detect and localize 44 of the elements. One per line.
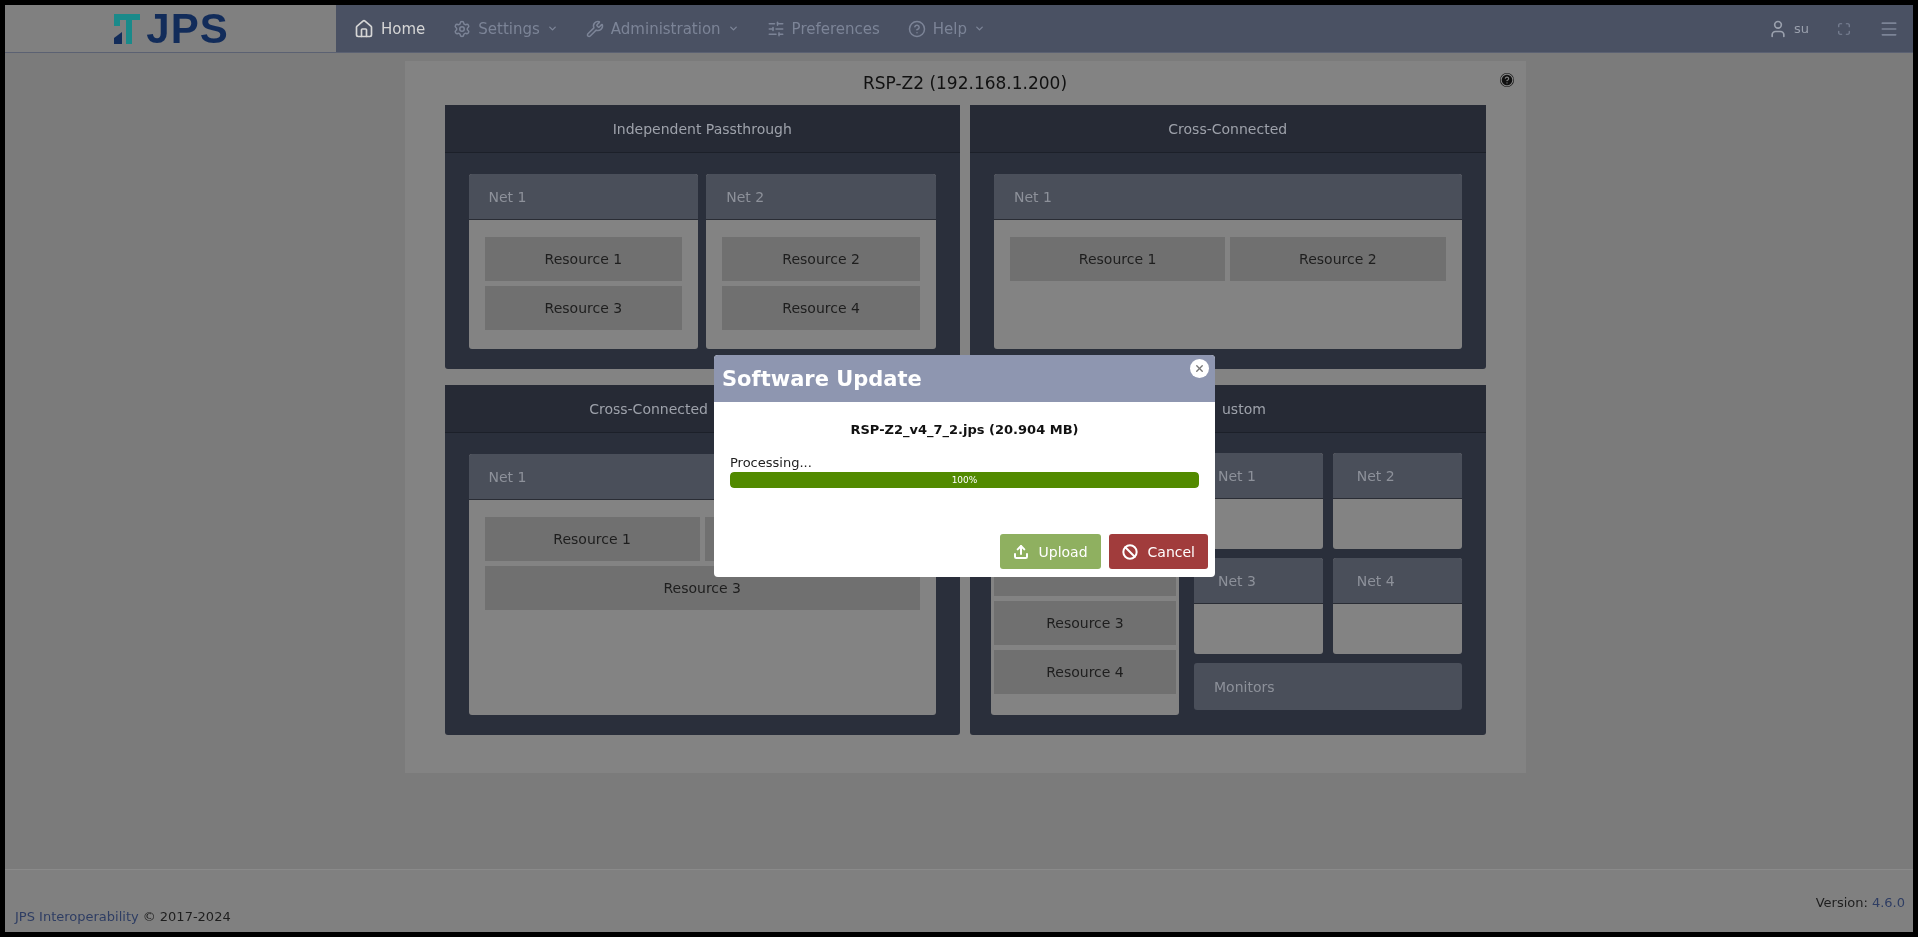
logo: JPS (5, 5, 336, 52)
home-icon (354, 18, 374, 39)
resource-tile[interactable]: Resource 1 (484, 237, 683, 281)
cancel-button[interactable]: Cancel (1108, 534, 1208, 569)
logo-mark-icon (112, 11, 143, 46)
net-header: Net 2 (706, 174, 936, 220)
upload-button[interactable]: Upload (999, 534, 1101, 569)
help-icon (907, 19, 926, 38)
panel-header: Independent Passthrough (444, 105, 960, 153)
resource-tile[interactable]: Resource 4 (722, 286, 920, 330)
monitors-header: Monitors (1194, 663, 1462, 710)
resource-tile[interactable]: Resource 1 (484, 517, 700, 561)
device-title: RSP-Z2 (192.168.1.200) (861, 72, 1069, 95)
version-link[interactable]: 4.6.0 (1871, 895, 1905, 910)
sliders-icon (766, 19, 785, 38)
net-header: Net 3 (1194, 558, 1323, 604)
upload-icon (1012, 543, 1029, 560)
copyright-text: © 2017-2024 (142, 909, 231, 924)
version-label: Version: (1815, 895, 1868, 910)
user-icon (1768, 18, 1788, 39)
resource-tile[interactable]: Resource 2 (1230, 237, 1446, 281)
panel-header: Cross-Connected (970, 105, 1486, 153)
gear-icon (453, 19, 472, 38)
status-text: Processing... (730, 455, 813, 470)
user-menu[interactable]: su (1754, 18, 1823, 39)
resource-tile[interactable]: Resource 4 (994, 650, 1176, 694)
close-icon (1194, 363, 1205, 374)
company-link[interactable]: JPS Interoperability (15, 909, 139, 924)
help-icon (1499, 73, 1514, 87)
ban-icon (1121, 543, 1138, 560)
resource-tile[interactable]: Resource 3 (484, 286, 683, 330)
resource-tile[interactable]: Resource 1 (1010, 237, 1226, 281)
help-button[interactable] (1499, 73, 1514, 87)
nav-menu-item[interactable]: Home (340, 5, 440, 52)
net-header: Net 1 (994, 174, 1462, 220)
progress-fill: 100% (730, 472, 1199, 488)
fullscreen-icon (1837, 21, 1851, 36)
close-button[interactable] (1190, 359, 1209, 378)
net-header: Net 4 (1332, 558, 1462, 604)
resource-tile[interactable]: Resource 3 (994, 601, 1176, 645)
resource-tile[interactable]: Resource 2 (722, 237, 920, 281)
net-header: Net 1 (468, 174, 699, 220)
net-header: Net 2 (1332, 453, 1462, 499)
wrench-icon (585, 19, 604, 38)
